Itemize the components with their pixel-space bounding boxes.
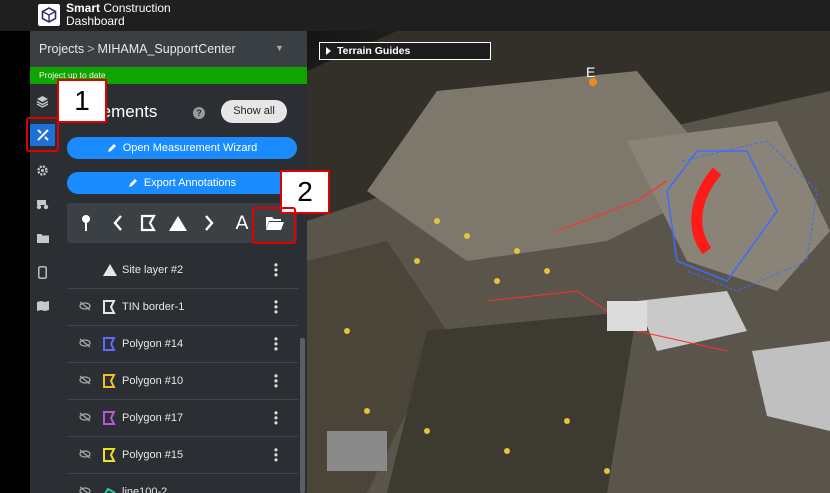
kebab-menu-icon[interactable]: • • • (273, 370, 279, 392)
terrain-guides-label: Terrain Guides (337, 45, 411, 57)
kebab-menu-icon[interactable]: • • • (273, 444, 279, 466)
measurements-panel: surements ? Show all Open Measurement Wi… (55, 84, 307, 493)
app-logo-icon[interactable] (38, 4, 60, 26)
layer-name: line100-2 (122, 486, 168, 493)
list-item[interactable]: Polygon #15 • • • (67, 438, 298, 474)
kebab-menu-icon[interactable]: • • • (273, 259, 279, 281)
top-bar: Smart Construction Dashboard (0, 0, 830, 31)
play-icon (326, 47, 331, 55)
eye-slash-icon[interactable] (79, 375, 91, 385)
polygon-icon (103, 300, 116, 314)
panel-scrollbar[interactable] (300, 338, 305, 493)
list-item[interactable]: line100-2 (67, 475, 298, 493)
list-item[interactable]: Polygon #10 • • • (67, 364, 298, 400)
map-icon[interactable] (30, 295, 55, 317)
show-all-button[interactable]: Show all (221, 100, 287, 123)
eye-slash-icon[interactable] (79, 486, 91, 493)
open-measurement-wizard-button[interactable]: Open Measurement Wizard (67, 137, 297, 159)
folder-icon[interactable] (30, 227, 55, 249)
vehicle-icon[interactable] (30, 193, 55, 215)
polygon-icon[interactable] (134, 209, 162, 237)
list-item[interactable]: Site layer #2 • • • (67, 253, 298, 289)
list-item[interactable]: Polygon #14 • • • (67, 327, 298, 363)
chevron-down-icon[interactable]: ▼ (275, 43, 284, 53)
point-icon[interactable] (72, 209, 100, 237)
gear-icon[interactable] (30, 159, 55, 181)
list-item[interactable]: Polygon #17 • • • (67, 401, 298, 437)
layer-name: Site layer #2 (122, 264, 184, 276)
callout-1: 1 (57, 79, 107, 123)
export-label: Export Annotations (143, 177, 237, 189)
list-item[interactable]: TIN border-1 • • • (67, 290, 298, 326)
export-annotations-button[interactable]: Export Annotations (67, 172, 297, 194)
kebab-menu-icon[interactable]: • • • (273, 296, 279, 318)
project-header: Projects > MIHAMA_SupportCenter ▼ (30, 31, 318, 67)
eye-slash-icon[interactable] (79, 301, 91, 311)
phone-icon[interactable] (30, 261, 55, 283)
app-brand: Smart Construction Dashboard (66, 2, 171, 28)
triangle-icon (103, 264, 117, 276)
open-wizard-label: Open Measurement Wizard (122, 142, 258, 154)
layer-name: Polygon #15 (122, 449, 184, 461)
kebab-menu-icon[interactable]: • • • (273, 407, 279, 429)
help-icon[interactable]: ? (193, 107, 205, 119)
layer-name: TIN border-1 (122, 301, 185, 313)
polygon-icon (103, 337, 116, 351)
polygon-icon (103, 448, 116, 462)
breadcrumb-projects[interactable]: Projects (39, 42, 84, 56)
breadcrumb-project-name[interactable]: MIHAMA_SupportCenter (97, 42, 235, 56)
pencil-icon (128, 179, 137, 188)
eye-slash-icon[interactable] (79, 412, 91, 422)
layer-name: Polygon #14 (122, 338, 184, 350)
highlight-measurement-icon (26, 117, 59, 152)
triangle-icon[interactable] (164, 209, 192, 237)
map-viewport[interactable]: Terrain Guides E (307, 31, 830, 493)
brand-word-smart: Smart (66, 1, 101, 15)
breadcrumb: Projects > MIHAMA_SupportCenter (39, 42, 236, 56)
polyline-icon[interactable] (104, 209, 132, 237)
terrain-guides-toggle[interactable]: Terrain Guides (319, 42, 491, 60)
compass-marker-icon (589, 78, 597, 86)
eye-slash-icon[interactable] (79, 449, 91, 459)
brand-word-construction: Construction (103, 1, 171, 15)
highlight-folder-icon (252, 207, 296, 244)
layer-name: Polygon #17 (122, 412, 184, 424)
polygon-icon (103, 411, 116, 425)
left-margin (0, 31, 30, 493)
polygon-icon (103, 374, 116, 388)
polyline-icon (104, 487, 116, 493)
brand-word-dashboard: Dashboard (66, 14, 125, 28)
chevron-icon[interactable] (195, 209, 223, 237)
breadcrumb-separator: > (87, 42, 95, 56)
point-cloud-scene (307, 31, 830, 493)
pencil-icon (107, 144, 116, 153)
eye-slash-icon[interactable] (79, 338, 91, 348)
kebab-menu-icon[interactable]: • • • (273, 333, 279, 355)
layers-icon[interactable] (30, 90, 55, 112)
layer-name: Polygon #10 (122, 375, 184, 387)
